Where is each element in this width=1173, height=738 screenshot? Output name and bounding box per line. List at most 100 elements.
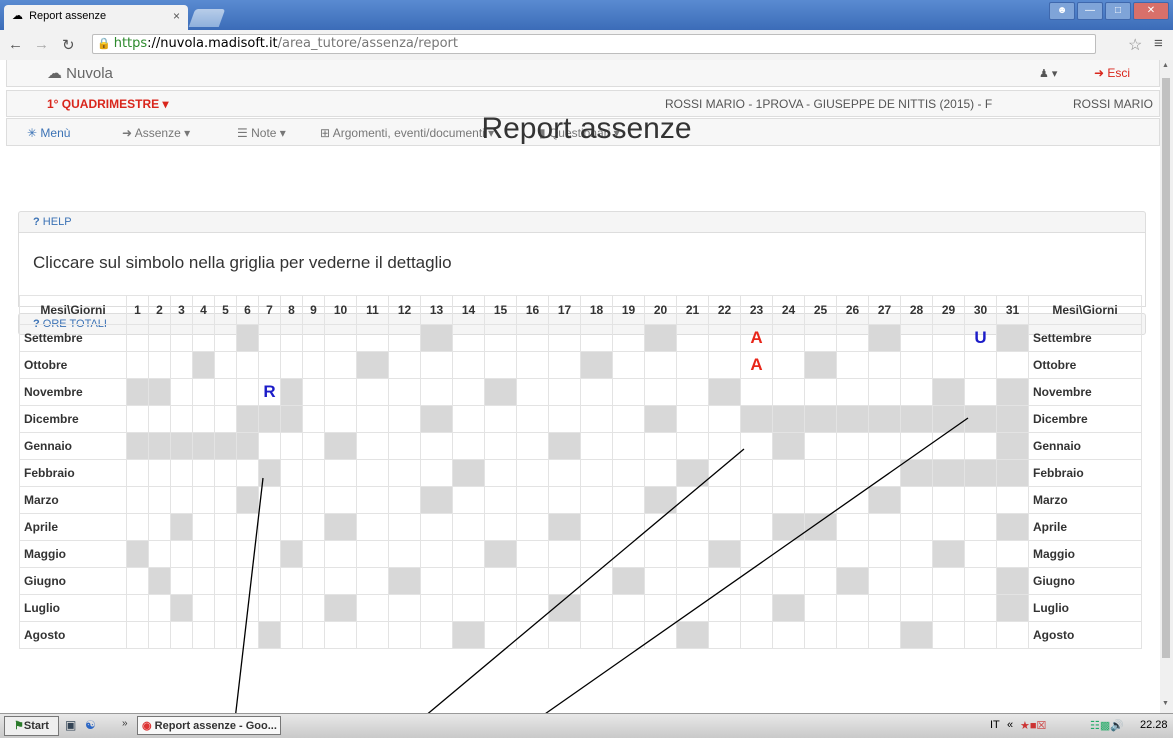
day-cell [280,324,303,352]
day-cell [804,486,837,514]
day-cell [836,567,869,595]
browser-tab[interactable]: ☁ Report assenze × [4,5,188,30]
forward-icon[interactable]: → [34,36,49,53]
day-cell [932,324,965,352]
day-cell [740,378,773,406]
absence-symbol[interactable]: A [740,324,773,352]
minimize-icon[interactable]: — [1077,2,1103,20]
day-cell [868,567,901,595]
day-cell [126,378,149,406]
start-button[interactable]: ⚑Start [4,716,59,736]
day-cell [900,432,933,460]
day-cell [868,513,901,541]
month-row: Settembre A U Settembre [19,324,1142,352]
day-cell [484,567,517,595]
month-name: Novembre [1028,378,1142,406]
day-cell [676,486,709,514]
day-cell [804,459,837,487]
close-window-icon[interactable]: ✕ [1133,2,1169,20]
tray-network-icon[interactable]: ☷▩🔊 [1090,719,1124,732]
brand-link[interactable]: ☁ Nuvola [47,64,113,82]
logout-label: Esci [1107,66,1131,80]
day-cell [804,405,837,433]
month-name: Settembre [19,324,127,352]
day-cell [420,540,453,568]
day-cell [740,621,773,649]
day-cell [452,432,485,460]
absence-symbol[interactable]: R [258,378,281,406]
help-panel-heading[interactable]: ? HELP [18,211,1146,233]
month-name: Aprile [19,513,127,541]
show-desktop-icon[interactable]: ▣ [65,718,76,732]
user-profile-icon[interactable]: ☻ [1049,2,1075,20]
tray-chevron-icon[interactable]: « [1007,719,1013,731]
day-cell [580,540,613,568]
tab-close-icon[interactable]: × [173,9,180,23]
day-cell [420,378,453,406]
page-scrollbar[interactable]: ▲ ▼ [1160,60,1173,713]
month-name: Dicembre [19,405,127,433]
tray-apps-icon[interactable]: ★■☒ [1020,719,1046,732]
day-cell [516,378,549,406]
day-cell [580,594,613,622]
bookmark-star-icon[interactable]: ☆ [1128,35,1142,55]
language-indicator[interactable]: IT [990,719,1000,731]
maximize-icon[interactable]: □ [1105,2,1131,20]
month-name: Marzo [1028,486,1142,514]
reload-icon[interactable]: ↻ [62,36,75,54]
scroll-up-icon[interactable]: ▲ [1162,62,1169,69]
scrollbar-thumb[interactable] [1162,78,1170,658]
grid-header-row: Mesi\Giorni 1 2 3 4 5 6 7 8 9 10 11 12 13 14 15 16 17 18 19… [19,295,1142,325]
url-input[interactable]: 🔒 https://nuvola.madisoft.it/area_tutore/… [92,34,1096,54]
quicklaunch-chevron-icon[interactable]: » [122,718,128,729]
day-cell [388,621,421,649]
day-cell [964,621,997,649]
day-cell [868,432,901,460]
day-cell [932,621,965,649]
logout-button[interactable]: ➜ Esci [1094,66,1130,80]
new-tab-button[interactable] [188,9,226,27]
day-cell [420,567,453,595]
day-cell [964,351,997,379]
day-cell [708,405,741,433]
day-cell [644,324,677,352]
taskbar-chrome-window[interactable]: ◉ Report assenze - Goo... [137,716,281,735]
day-cell [214,513,237,541]
day-cell [170,513,193,541]
absence-symbol[interactable]: A [740,351,773,379]
month-name: Dicembre [1028,405,1142,433]
absence-symbol[interactable]: U [964,324,997,352]
back-icon[interactable]: ← [8,36,23,53]
day-cell [192,540,215,568]
day-cell [192,405,215,433]
day-cell [516,513,549,541]
day-cell [258,621,281,649]
day-cell [740,405,773,433]
browser-menu-icon[interactable]: ≡ [1154,35,1163,52]
ie-icon[interactable]: ☯ [85,718,96,732]
day-cell [420,621,453,649]
day-cell [452,351,485,379]
month-name: Luglio [19,594,127,622]
day-cell [192,378,215,406]
day-cell [580,486,613,514]
day-cell [280,432,303,460]
day-cell [302,351,325,379]
day-cell [740,486,773,514]
day-cell [388,513,421,541]
day-header: 8 [280,295,303,325]
month-row: Ottobre A Ottobre [19,351,1142,379]
day-cell [612,351,645,379]
scroll-down-icon[interactable]: ▼ [1162,700,1169,707]
day-cell [580,432,613,460]
day-cell [214,621,237,649]
day-cell [170,594,193,622]
day-cell [452,459,485,487]
os-taskbar: ⚑Start ▣ ☯ » ◉ Report assenze - Goo... I… [0,713,1173,738]
day-cell [484,351,517,379]
user-menu-icon[interactable]: ♟ ▾ [1039,67,1057,80]
day-cell [170,378,193,406]
day-cell [280,567,303,595]
period-dropdown[interactable]: 1° QUADRIMESTRE ▾ [47,97,169,111]
day-cell [236,540,259,568]
